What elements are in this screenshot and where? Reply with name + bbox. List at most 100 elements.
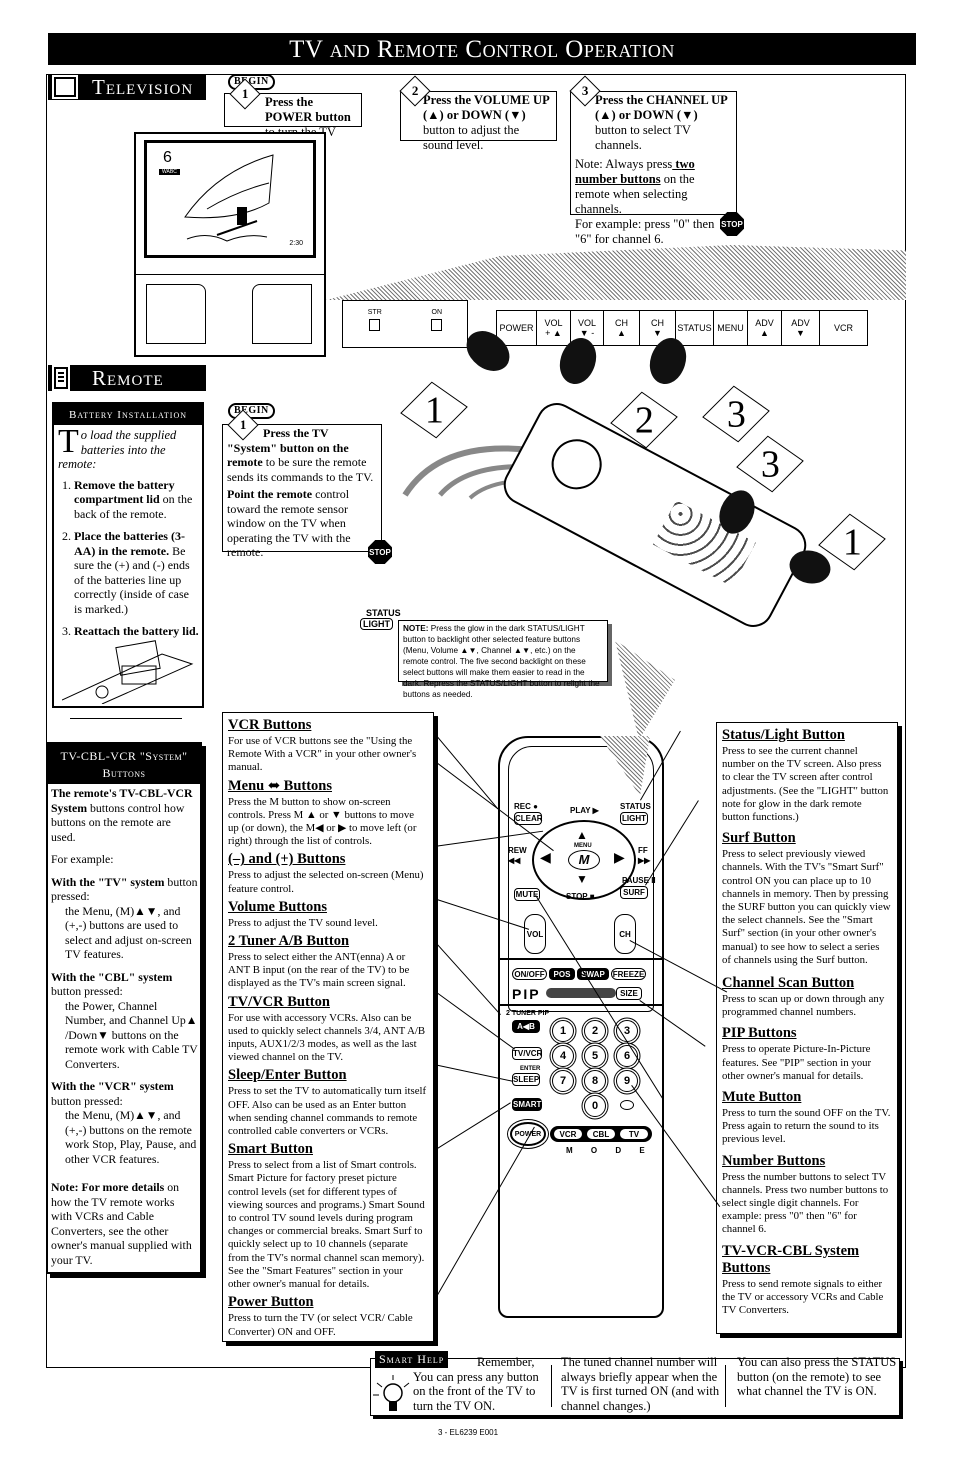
note-prefix: Note: Always press [575,157,673,171]
light-button[interactable]: LIGHT [620,812,648,825]
tuner-ab-button[interactable]: A◀B [512,1020,540,1033]
smart-button[interactable]: SMART [512,1098,542,1111]
panel-ch-up-button[interactable]: CH ▲ [604,311,640,345]
light-note: NOTE: Press the glow in the dark STATUS/… [398,620,608,699]
battery-installation-box: Battery Installation To load the supplie… [52,402,204,708]
remote-step-1: Press the TV "System" button on the remo… [222,424,382,559]
front-panel-left: STR ON [342,300,468,348]
number-button-8[interactable]: 8 [584,1070,606,1092]
smart-help-col2: The tuned channel number will always bri… [561,1355,720,1413]
page-title: TV and Remote Control Operation [48,33,916,65]
dpad-right-icon[interactable]: ▶ [614,850,625,867]
television-section-label: Television [92,74,194,99]
tvvcr-button[interactable]: TV/VCR [512,1047,542,1060]
desc-volume-buttons: Volume Buttons Press to adjust the TV sou… [228,898,378,929]
battery-step-2: Place the batteries (3-AA) in the remote… [74,529,199,616]
panel-adv-down-button[interactable]: ADV ▼ [782,311,820,345]
desc-minus-plus-buttons: (–) and (+) Buttons Press to adjust the s… [228,851,424,895]
power-button[interactable]: POWER [510,1122,546,1146]
dpad-left-icon[interactable]: ◀ [540,850,551,867]
number-button-0[interactable]: 0 [584,1095,606,1117]
light-button-icon: LIGHT [360,618,393,630]
right-descriptions: Status/Light Button Press to see the curr… [716,722,898,1334]
front-panel-buttons: POWER VOL + ▲ VOL ▼ - CH ▲ CH ▼ STATUS MENU … [496,310,868,346]
sleep-button[interactable]: SLEEP [512,1073,540,1086]
m-button[interactable]: M [568,850,600,870]
rec-label: REC ● [514,802,538,811]
panel-vcr-button[interactable]: VCR [820,311,867,345]
battery-heading: Battery Installation [54,404,202,425]
note-example: For example: press "0" then "6" for chan… [575,217,715,246]
dpad-down-icon[interactable]: ▼ [576,872,588,887]
step-1-bold: Press the POWER button [265,95,351,124]
ch-rocker[interactable]: CH [614,914,636,954]
menu-label: MENU [574,843,592,849]
page-footer: 3 - EL6239 E001 [438,1428,499,1437]
panel-menu-button[interactable]: MENU [714,311,748,345]
status-label: STATUS [366,608,401,618]
pip-onoff-button[interactable]: ON/OFF [512,968,547,980]
mode-vcr-button[interactable]: VCR [553,1128,583,1140]
television-icon [52,75,78,99]
light-note-text: Press the glow in the dark STATUS/LIGHT … [403,624,600,699]
mode-cbl-button[interactable]: CBL [586,1128,616,1140]
number-button-1[interactable]: 1 [552,1020,574,1042]
dpad-up-icon[interactable]: ▲ [576,828,588,843]
pip-bar [546,988,616,998]
desc-tvvcr-button: TV/VCR Button For use with accessory VCRs… [228,993,426,1064]
channel-number: 6 [163,149,172,166]
tv-step-3: Press the CHANNEL UP (▲) or DOWN (▼) but… [570,91,737,246]
step-3-note: Note: Always press two number buttons on… [575,157,732,247]
tv-illustration: 6 WABC 2:30 [134,132,326,357]
smart-help-box: Smart Help Remember, You can press any b… [370,1351,900,1416]
status-remote-label: STATUS [620,802,651,811]
mode-tv-button[interactable]: TV [619,1128,649,1140]
desc-status-light-button: Status/Light Button Press to see the curr… [722,727,889,824]
step-3-bold: Press the CHANNEL UP (▲) or DOWN (▼) [595,93,728,122]
windsurfer-illustration [184,154,274,242]
desc-surf-button: Surf Button Press to select previously vi… [722,830,891,966]
television-section-tab: Television [48,74,206,100]
panel-vol-up-button[interactable]: VOL + ▲ [537,311,571,345]
desc-smart-button: Smart Button Press to select from a list … [228,1141,425,1291]
desc-vcr-buttons: VCR Buttons For use of VCR buttons see th… [228,717,417,774]
number-button-4[interactable]: 4 [552,1045,574,1067]
desc-tuner-ab-button: 2 Tuner A/B Button Press to select either… [228,933,410,990]
divider [70,718,182,719]
system-buttons-box: TV-CBL-VCR "System" Buttons The remote's … [46,742,202,1274]
pip-pos-button[interactable]: POS [549,968,575,980]
number-button-2[interactable]: 2 [584,1020,606,1042]
light-note-bold: NOTE: [403,624,429,633]
stop-label: STOP ■ [566,892,595,901]
system-buttons-body: The remote's TV-CBL-VCR System buttons c… [51,786,198,1267]
remote-step-pointing: Point the remote control toward the remo… [227,487,377,560]
battery-step-1: Remove the battery compartment lid on th… [74,478,199,522]
ff-label: FF ▶▶ [638,846,651,865]
pip-button-row: ON/OFF POS SWAP FREEZE [512,968,646,980]
channel-scan-button[interactable] [620,1100,634,1110]
remote-section-label: Remote [92,365,164,390]
remote-icon [52,365,70,391]
desc-sleep-enter-button: Sleep/Enter Button Press to set the TV to… [228,1067,427,1138]
system-buttons-heading: TV-CBL-VCR "System" Buttons [48,744,200,784]
str-button[interactable]: STR [368,309,382,331]
panel-power-button[interactable]: POWER [497,311,537,345]
battery-intro: To load the supplied batteries into the … [58,423,177,472]
panel-status-button[interactable]: STATUS [676,311,714,345]
pip-size-button[interactable]: SIZE [616,987,642,1000]
number-button-5[interactable]: 5 [584,1045,606,1067]
surf-button[interactable]: SURF [620,886,648,899]
remote-step-bold2: Point the remote [227,487,313,501]
desc-power-button: Power Button Press to turn the TV (or sel… [228,1294,413,1338]
tuner-pip-label: 2 TUNER PIP [506,1010,550,1017]
vol-rocker[interactable]: VOL [524,914,546,954]
number-button-7[interactable]: 7 [552,1070,574,1092]
on-button[interactable]: ON [431,309,443,331]
pip-freeze-button[interactable]: FREEZE [611,968,646,980]
desc-menu-buttons: Menu ⬌ Buttons Press the M button to show… [228,777,417,848]
panel-adv-up-button[interactable]: ADV ▲ [748,311,782,345]
enter-label: ENTER [520,1066,541,1072]
pip-label: PIP [512,986,541,1002]
smart-help-col3: You can also press the STATUS button (on… [737,1355,897,1398]
tv-step-2: Press the VOLUME UP (▲) or DOWN (▼) butt… [400,91,557,152]
